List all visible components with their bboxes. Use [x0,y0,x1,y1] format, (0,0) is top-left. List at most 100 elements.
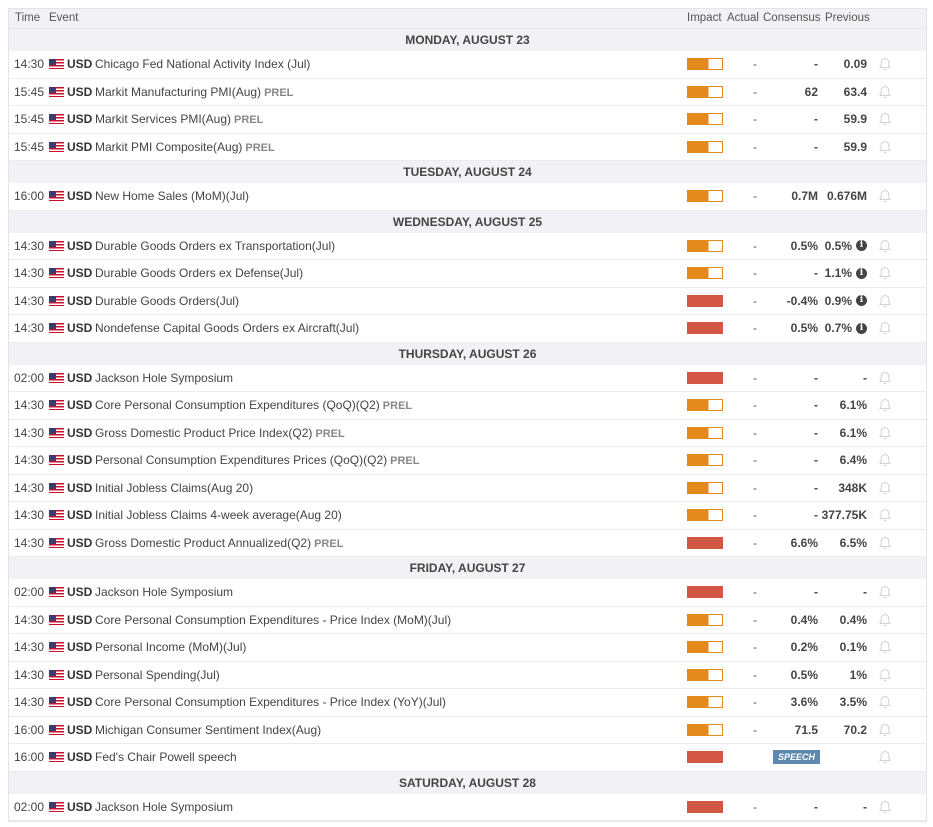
event-row[interactable]: 14:30 USD Gross Domestic Product Price I… [9,419,926,447]
event-name[interactable]: Jackson Hole Symposium [95,371,233,385]
bell-icon[interactable] [878,294,892,308]
event-consensus: - [814,370,818,385]
us-flag-icon [49,141,64,152]
event-row[interactable]: 14:30 USD Initial Jobless Claims(Aug 20)… [9,474,926,502]
event-name[interactable]: Markit Services PMI(Aug) PREL [95,112,263,126]
event-name-text: Markit Services PMI(Aug) [95,112,232,127]
event-previous-value: 377.75K [821,508,867,523]
event-name[interactable]: Core Personal Consumption Expenditures -… [95,695,446,709]
event-row[interactable]: 02:00 USD Jackson Hole Symposium - - - [9,579,926,607]
event-name[interactable]: Core Personal Consumption Expenditures (… [95,398,412,412]
us-flag-icon [49,801,64,812]
bell-icon[interactable] [878,640,892,654]
event-previous-value: - [863,370,867,385]
event-row[interactable]: 14:30 USD Personal Consumption Expenditu… [9,447,926,475]
event-name[interactable]: Fed's Chair Powell speech [95,750,237,764]
event-row[interactable]: 16:00 USD Michigan Consumer Sentiment In… [9,716,926,744]
bell-icon[interactable] [878,398,892,412]
event-name[interactable]: Michigan Consumer Sentiment Index(Aug) [95,723,321,737]
event-name[interactable]: Jackson Hole Symposium [95,800,233,814]
event-actual: - [753,370,757,385]
event-name[interactable]: Durable Goods Orders ex Transportation(J… [95,239,335,253]
bell-icon[interactable] [878,85,892,99]
event-row[interactable]: 16:00 USD Fed's Chair Powell speech SPEE… [9,744,926,772]
event-name[interactable]: Gross Domestic Product Annualized(Q2) PRE… [95,536,343,550]
bell-icon[interactable] [878,695,892,709]
prel-tag: PREL [234,114,264,127]
info-icon[interactable]: i [856,267,867,279]
event-row[interactable]: 14:30 USD Core Personal Consumption Expe… [9,689,926,717]
event-actual: - [753,321,757,336]
impact-medium-indicator [687,723,723,736]
bell-icon[interactable] [878,57,892,71]
event-name[interactable]: Gross Domestic Product Price Index(Q2) PR… [95,426,345,440]
event-row[interactable]: 15:45 USD Markit Services PMI(Aug) PREL -… [9,106,926,134]
info-icon[interactable]: i [856,240,867,252]
event-name[interactable]: Durable Goods Orders ex Defense(Jul) [95,266,303,280]
event-name[interactable]: Personal Consumption Expenditures Prices… [95,453,419,467]
event-row[interactable]: 14:30 USD Core Personal Consumption Expe… [9,606,926,634]
bell-icon[interactable] [878,508,892,522]
event-name[interactable]: Durable Goods Orders(Jul) [95,294,239,308]
event-name[interactable]: Personal Income (MoM)(Jul) [95,640,246,654]
event-row[interactable]: 02:00 USD Jackson Hole Symposium - - - [9,793,926,821]
bell-icon[interactable] [878,800,892,814]
bell-icon[interactable] [878,371,892,385]
bell-icon[interactable] [878,266,892,280]
event-row[interactable]: 14:30 USD Personal Income (MoM)(Jul) - 0… [9,634,926,662]
bell-icon[interactable] [878,453,892,467]
event-previous: 6.1% [840,398,867,412]
bell-icon[interactable] [878,585,892,599]
bell-icon[interactable] [878,613,892,627]
event-name[interactable]: Initial Jobless Claims(Aug 20) [95,481,253,495]
bell-icon[interactable] [878,112,892,126]
event-row[interactable]: 14:30 USD Durable Goods Orders(Jul) - -0… [9,287,926,315]
event-name-text: Fed's Chair Powell speech [95,750,237,765]
event-name-text: Initial Jobless Claims(Aug 20) [95,480,254,495]
us-flag-icon [49,372,64,383]
bell-icon[interactable] [878,426,892,440]
event-row[interactable]: 14:30 USD Durable Goods Orders ex Defens… [9,260,926,288]
bell-icon[interactable] [878,750,892,764]
event-row[interactable]: 14:30 USD Chicago Fed National Activity … [9,51,926,79]
info-icon[interactable]: i [856,295,867,307]
event-row[interactable]: 14:30 USD Gross Domestic Product Annuali… [9,529,926,557]
bell-icon[interactable] [878,239,892,253]
event-name[interactable]: Jackson Hole Symposium [95,585,233,599]
info-icon[interactable]: i [856,322,867,334]
event-name[interactable]: Chicago Fed National Activity Index (Jul… [95,57,310,71]
bell-icon[interactable] [878,668,892,682]
event-previous-value: 70.2 [843,722,867,737]
event-name[interactable]: Core Personal Consumption Expenditures -… [95,613,451,627]
event-row[interactable]: 14:30 USD Nondefense Capital Goods Order… [9,315,926,343]
event-row[interactable]: 15:45 USD Markit PMI Composite(Aug) PREL … [9,133,926,161]
economic-calendar-table: Time Event Impact Actual Consensus Previ… [8,8,927,822]
event-row[interactable]: 14:30 USD Initial Jobless Claims 4-week … [9,502,926,530]
bell-icon[interactable] [878,723,892,737]
event-currency: USD [67,480,93,495]
event-name[interactable]: New Home Sales (MoM)(Jul) [95,189,249,203]
event-name[interactable]: Nondefense Capital Goods Orders ex Aircr… [95,321,359,335]
event-name[interactable]: Markit Manufacturing PMI(Aug) PREL [95,85,293,99]
bell-icon[interactable] [878,481,892,495]
bell-icon[interactable] [878,536,892,550]
us-flag-icon [49,268,64,279]
bell-icon[interactable] [878,189,892,203]
event-row[interactable]: 02:00 USD Jackson Hole Symposium - - - [9,364,926,392]
event-name[interactable]: Initial Jobless Claims 4-week average(Au… [95,508,342,522]
event-row[interactable]: 16:00 USD New Home Sales (MoM)(Jul) - 0.… [9,183,926,211]
event-row[interactable]: 14:30 USD Durable Goods Orders ex Transp… [9,232,926,260]
event-name[interactable]: Personal Spending(Jul) [95,668,220,682]
bell-icon[interactable] [878,321,892,335]
us-flag-icon [49,400,64,411]
event-name-text: Michigan Consumer Sentiment Index(Aug) [95,722,322,737]
event-row[interactable]: 14:30 USD Personal Spending(Jul) - 0.5% … [9,661,926,689]
event-name-text: Chicago Fed National Activity Index (Jul… [95,57,311,72]
bell-icon[interactable] [878,140,892,154]
event-actual: - [753,612,757,627]
event-row[interactable]: 14:30 USD Core Personal Consumption Expe… [9,392,926,420]
impact-high-indicator [687,294,723,307]
event-row[interactable]: 15:45 USD Markit Manufacturing PMI(Aug) P… [9,78,926,106]
us-flag-icon [49,752,64,763]
event-name[interactable]: Markit PMI Composite(Aug) PREL [95,140,275,154]
